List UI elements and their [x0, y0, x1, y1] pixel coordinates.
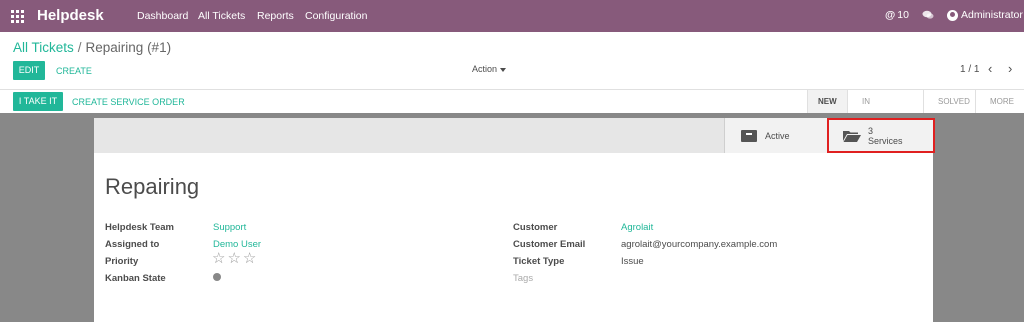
apps-menu-icon[interactable] [11, 10, 24, 23]
menu-all-tickets[interactable]: All Tickets [198, 10, 245, 22]
ticket-type-value[interactable]: Issue [621, 256, 644, 267]
highlight-box [827, 118, 935, 153]
customer-value[interactable]: Agrolait [621, 222, 653, 233]
stage-solved[interactable]: SOLVED [923, 90, 975, 113]
user-name: Administrator [961, 9, 1023, 21]
breadcrumb-separator: / [77, 40, 82, 55]
notifications-button[interactable]: @ 10 [885, 9, 909, 21]
top-navbar: Helpdesk Dashboard All Tickets Reports C… [0, 0, 1024, 32]
breadcrumb: All Tickets / Repairing (#1) [13, 40, 171, 55]
action-label: Action [472, 64, 498, 74]
button-box: Active 3 Services [94, 118, 933, 153]
assigned-to-value[interactable]: Demo User [213, 239, 261, 250]
ticket-type-label: Ticket Type [513, 256, 565, 267]
customer-email-value[interactable]: agrolait@yourcompany.example.com [621, 239, 777, 250]
priority-label: Priority [105, 256, 139, 267]
archive-icon [741, 130, 757, 142]
caret-down-icon [500, 67, 507, 72]
form-sheet: Active 3 Services [94, 118, 933, 322]
stage-in-progress[interactable]: IN PROGRESS [847, 90, 923, 129]
status-bar: I TAKE IT CREATE SERVICE ORDER NEW IN PR… [0, 89, 1024, 129]
breadcrumb-all-tickets[interactable]: All Tickets [13, 40, 74, 55]
menu-reports[interactable]: Reports [257, 10, 294, 22]
customer-label: Customer [513, 222, 558, 233]
stage-new[interactable]: NEW [807, 90, 847, 113]
breadcrumb-current: Repairing (#1) [85, 40, 172, 55]
active-label: Active [765, 131, 790, 141]
app-brand: Helpdesk [37, 7, 104, 24]
avatar-icon [947, 9, 958, 21]
ticket-title: Repairing [105, 174, 200, 199]
kanban-state-icon[interactable] [213, 273, 221, 281]
assigned-to-label: Assigned to [105, 239, 160, 250]
chevron-right-icon[interactable]: › [1008, 62, 1012, 75]
stage-pipeline: NEW IN PROGRESS SOLVED MORE [807, 90, 1024, 129]
active-toggle-button[interactable]: Active [724, 118, 827, 153]
create-service-order-button[interactable]: CREATE SERVICE ORDER [72, 97, 185, 107]
kanban-state-label: Kanban State [105, 273, 166, 284]
helpdesk-team-value[interactable]: Support [213, 222, 246, 233]
customer-email-label: Customer Email [513, 239, 586, 250]
create-button[interactable]: CREATE [56, 66, 92, 76]
edit-button[interactable]: EDIT [13, 61, 45, 80]
action-dropdown[interactable]: Action [472, 64, 507, 74]
pager-value[interactable]: 1 / 1 [960, 64, 979, 75]
notifications-count: 10 [897, 9, 909, 21]
menu-dashboard[interactable]: Dashboard [137, 10, 188, 22]
user-menu[interactable]: Administrator [947, 9, 1023, 21]
stage-more[interactable]: MORE [975, 90, 1024, 127]
tags-input[interactable]: Tags [513, 273, 533, 284]
stage-more-label: MORE [990, 97, 1014, 106]
menu-configuration[interactable]: Configuration [305, 10, 367, 22]
chat-icon[interactable] [922, 10, 934, 20]
chevron-left-icon[interactable]: ‹ [988, 62, 992, 75]
priority-stars-icon[interactable]: ☆☆☆ [212, 251, 258, 267]
helpdesk-team-label: Helpdesk Team [105, 222, 174, 233]
take-it-button[interactable]: I TAKE IT [13, 92, 63, 111]
at-sign-icon: @ [885, 9, 896, 21]
